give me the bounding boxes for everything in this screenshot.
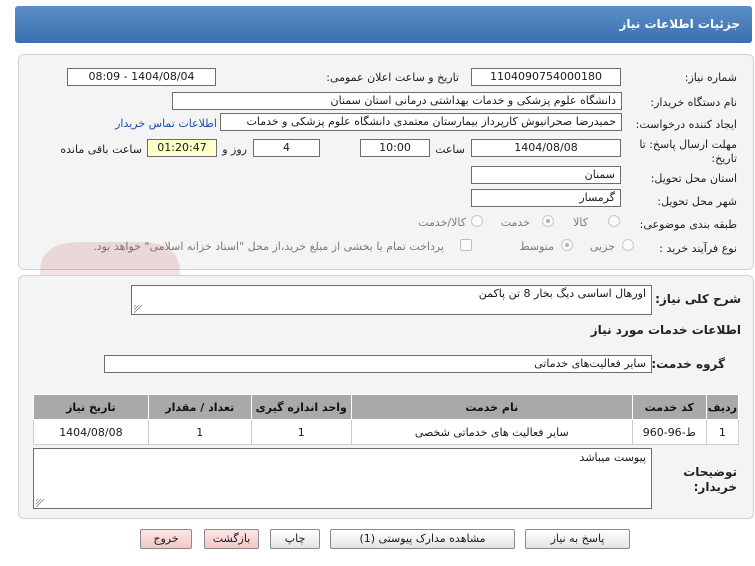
remaining-time-field: 01:20:47 bbox=[147, 139, 217, 157]
days-field: 4 bbox=[253, 139, 320, 157]
process-type-label: نوع فرآیند خرید : bbox=[659, 242, 737, 255]
category-radio-goods[interactable] bbox=[608, 215, 620, 227]
buyer-notes-textarea[interactable]: پیوست میباشد bbox=[33, 448, 652, 509]
cell-service-code: ط-96-960 bbox=[631, 419, 707, 445]
buyer-contact-link[interactable]: اطلاعات تماس خریدار bbox=[115, 117, 217, 130]
category-radio-service[interactable] bbox=[542, 215, 554, 227]
summary-text: اورهال اساسی دیگ بخار 8 تن پاکمن bbox=[478, 287, 646, 300]
col-quantity: تعداد / مقدار bbox=[147, 394, 252, 420]
deadline-date-field: 1404/08/08 bbox=[471, 139, 621, 157]
services-section-title: اطلاعات خدمات مورد نیاز bbox=[590, 323, 741, 337]
buyer-org-field: دانشگاه علوم پزشکی و خدمات بهداشتی درمان… bbox=[172, 92, 622, 110]
col-service-name: نام خدمت bbox=[350, 394, 633, 420]
cell-unit: 1 bbox=[250, 419, 352, 445]
cell-row: 1 bbox=[705, 419, 740, 445]
category-option-service: خدمت bbox=[500, 216, 530, 229]
process-radio-medium[interactable] bbox=[561, 239, 573, 251]
view-attachments-button[interactable]: مشاهده مدارک پیوستی (1) bbox=[330, 529, 515, 549]
page-title: جزئیات اطلاعات نیاز bbox=[619, 17, 740, 31]
back-button[interactable]: بازگشت bbox=[204, 529, 259, 549]
deadline-time-field: 10:00 bbox=[360, 139, 430, 157]
col-service-code: کد خدمت bbox=[631, 394, 707, 420]
deadline-label: مهلت ارسال پاسخ: تا bbox=[639, 138, 737, 151]
services-table-header: ردیف کد خدمت نام خدمت واحد اندازه گیری ت… bbox=[33, 394, 740, 420]
process-radio-minor[interactable] bbox=[622, 239, 634, 251]
summary-label: شرح کلی نیاز: bbox=[655, 292, 741, 306]
city-label: شهر محل تحویل: bbox=[657, 195, 737, 208]
col-unit: واحد اندازه گیری bbox=[250, 394, 352, 420]
deadline-time-label: ساعت bbox=[435, 143, 465, 156]
category-radio-goods-service[interactable] bbox=[471, 215, 483, 227]
announce-datetime-label: تاریخ و ساعت اعلان عمومی: bbox=[326, 71, 459, 84]
cell-service-name: سایر فعالیت های خدماتی شخصی bbox=[350, 419, 633, 445]
buyer-notes-text: پیوست میباشد bbox=[579, 451, 646, 464]
buyer-org-label: نام دستگاه خریدار: bbox=[650, 96, 737, 109]
treasury-payment-checkbox[interactable] bbox=[460, 239, 472, 251]
city-field: گرمسار bbox=[471, 189, 621, 207]
col-row: ردیف bbox=[705, 394, 740, 420]
category-option-goods-service: کالا/خدمت bbox=[418, 216, 466, 229]
announce-datetime-field: 1404/08/04 - 08:09 bbox=[67, 68, 216, 86]
resize-grip-icon[interactable] bbox=[36, 499, 44, 507]
header-bar: جزئیات اطلاعات نیاز bbox=[15, 6, 752, 43]
buyer-notes-label-2: خریدار: bbox=[693, 480, 737, 494]
deadline-label-date: تاریخ: bbox=[711, 152, 737, 165]
cell-quantity: 1 bbox=[147, 419, 252, 445]
print-button[interactable]: چاپ bbox=[270, 529, 320, 549]
category-option-goods: کالا bbox=[573, 216, 588, 229]
remaining-time-label: ساعت باقی مانده bbox=[60, 143, 142, 156]
process-option-medium: متوسط bbox=[519, 240, 554, 253]
need-number-label: شماره نیاز: bbox=[684, 71, 737, 84]
buyer-notes-label: توضیحات bbox=[683, 465, 737, 479]
category-label: طبقه بندی موضوعی: bbox=[639, 218, 737, 231]
table-row: 1 ط-96-960 سایر فعالیت های خدماتی شخصی 1… bbox=[33, 419, 740, 445]
service-group-label: گروه خدمت: bbox=[651, 357, 725, 371]
need-number-field: 1104090754000180 bbox=[471, 68, 621, 86]
creator-label: ایجاد کننده درخواست: bbox=[635, 118, 737, 131]
services-table: ردیف کد خدمت نام خدمت واحد اندازه گیری ت… bbox=[33, 394, 740, 445]
treasury-payment-note: پرداخت تمام یا بخشی از مبلغ خرید،از محل … bbox=[93, 240, 444, 253]
col-need-date: تاریخ نیاز bbox=[33, 394, 149, 420]
province-field: سمنان bbox=[471, 166, 621, 184]
days-label: روز و bbox=[222, 143, 247, 156]
reply-button[interactable]: پاسخ به نیاز bbox=[525, 529, 630, 549]
need-info-panel bbox=[18, 54, 754, 270]
service-group-field: سایر فعالیت‌های خدماتی bbox=[104, 355, 652, 373]
resize-grip-icon[interactable] bbox=[134, 305, 142, 313]
province-label: استان محل تحویل: bbox=[650, 172, 737, 185]
process-option-minor: جزیی bbox=[589, 240, 615, 253]
exit-button[interactable]: خروج bbox=[140, 529, 192, 549]
summary-textarea[interactable]: اورهال اساسی دیگ بخار 8 تن پاکمن bbox=[131, 285, 652, 315]
cell-need-date: 1404/08/08 bbox=[33, 419, 149, 445]
creator-field: حمیدرضا صحرانیوش کارپرداز بیمارستان معتم… bbox=[220, 113, 622, 131]
